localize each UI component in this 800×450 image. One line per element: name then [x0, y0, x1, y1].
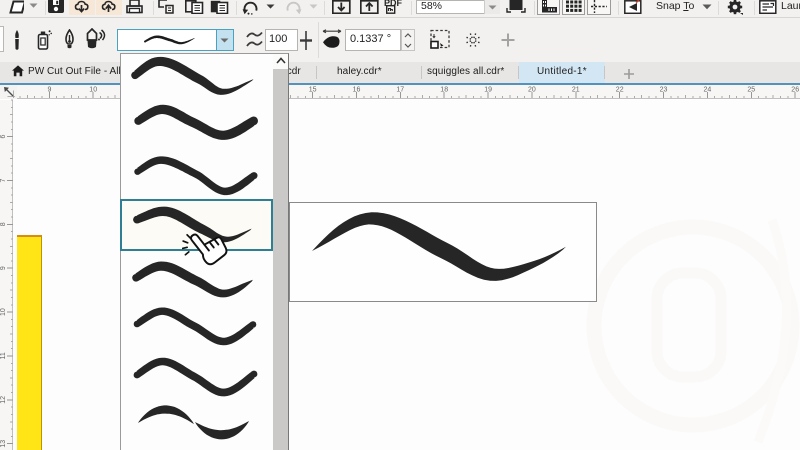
- svg-text:26: 26: [791, 87, 799, 94]
- svg-text:16: 16: [353, 87, 361, 94]
- svg-text:10: 10: [0, 308, 7, 316]
- svg-text:11: 11: [0, 352, 7, 359]
- svg-text:7: 7: [0, 178, 7, 182]
- svg-text:9: 9: [47, 87, 51, 94]
- svg-text:24: 24: [704, 87, 712, 94]
- svg-text:18: 18: [440, 87, 448, 94]
- svg-text:12: 12: [0, 396, 7, 404]
- svg-text:17: 17: [396, 87, 404, 94]
- svg-text:8: 8: [0, 222, 7, 226]
- svg-text:9: 9: [0, 266, 7, 270]
- svg-text:23: 23: [660, 87, 668, 94]
- svg-text:19: 19: [484, 87, 492, 94]
- svg-text:6: 6: [0, 135, 7, 139]
- svg-text:20: 20: [528, 87, 536, 94]
- svg-text:15: 15: [309, 87, 317, 94]
- svg-text:21: 21: [572, 87, 580, 94]
- svg-text:22: 22: [616, 87, 624, 94]
- svg-text:10: 10: [89, 87, 97, 94]
- svg-text:25: 25: [747, 87, 755, 94]
- svg-text:13: 13: [0, 440, 7, 448]
